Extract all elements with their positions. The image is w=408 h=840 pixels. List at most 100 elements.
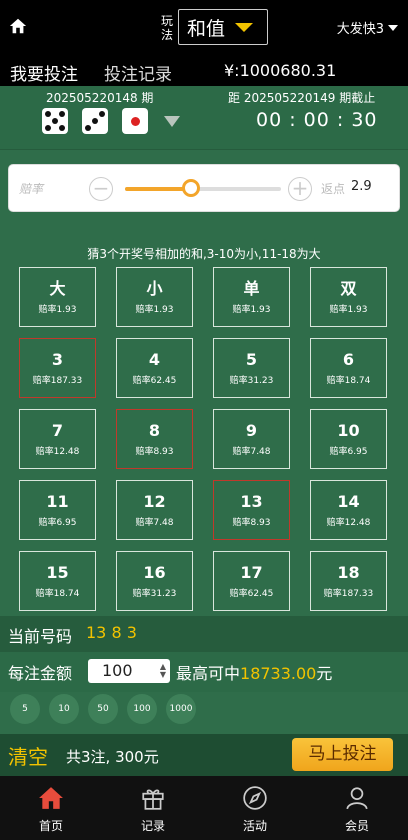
bet-option[interactable]: 9 赔率7.48 xyxy=(213,409,290,469)
caret-down-icon xyxy=(235,23,253,32)
lottery-selector[interactable]: 大发快3 xyxy=(337,18,398,37)
bottom-nav: 首页 记录 活动 会员 xyxy=(0,776,408,840)
amount-input[interactable]: 100 ▲ ▼ xyxy=(88,659,170,683)
bet-option[interactable]: 17 赔率62.45 xyxy=(213,551,290,611)
bet-option-name: 9 xyxy=(245,421,258,440)
max-win: 最高可中18733.00元 xyxy=(176,660,332,684)
bet-option[interactable]: 15 赔率18.74 xyxy=(19,551,96,611)
next-period: 距 202505220149 期截止 xyxy=(228,91,376,105)
bet-option[interactable]: 16 赔率31.23 xyxy=(116,551,193,611)
decrease-odds-button[interactable]: − xyxy=(89,177,113,201)
bet-option-odds: 赔率12.48 xyxy=(35,447,80,457)
dice-three-icon xyxy=(82,108,108,134)
bet-option-name: 12 xyxy=(143,492,166,511)
bet-option-name: 16 xyxy=(143,563,166,582)
stepper-icon[interactable]: ▲ ▼ xyxy=(160,663,166,679)
tab-bet-records[interactable]: 投注记录 xyxy=(104,60,172,85)
bet-option[interactable]: 6 赔率18.74 xyxy=(310,338,387,398)
max-win-value: 18733.00 xyxy=(240,664,317,683)
bet-option[interactable]: 13 赔率8.93 xyxy=(213,480,290,540)
home-icon[interactable] xyxy=(9,17,27,35)
nav-records[interactable]: 记录 xyxy=(102,776,204,840)
bet-option-odds: 赔率18.74 xyxy=(35,589,80,599)
bet-option[interactable]: 5 赔率31.23 xyxy=(213,338,290,398)
bet-option[interactable]: 14 赔率12.48 xyxy=(310,480,387,540)
bet-option-odds: 赔率6.95 xyxy=(38,518,77,528)
bet-option[interactable]: 小赔率1.93 xyxy=(116,267,193,327)
bet-option[interactable]: 4 赔率62.45 xyxy=(116,338,193,398)
nav-home[interactable]: 首页 xyxy=(0,776,102,840)
rule-text: 猜3个开奖号相加的和,3-10为小,11-18为大 xyxy=(87,247,321,261)
bet-option[interactable]: 7 赔率12.48 xyxy=(19,409,96,469)
bet-option-name: 4 xyxy=(148,350,161,369)
bet-option[interactable]: 8 赔率8.93 xyxy=(116,409,193,469)
amount-chip[interactable]: 100 xyxy=(127,694,157,724)
submit-bet-button[interactable]: 马上投注 xyxy=(292,738,393,771)
nav-activity[interactable]: 活动 xyxy=(204,776,306,840)
odds-slider-thumb[interactable] xyxy=(181,179,200,197)
expand-history-icon[interactable] xyxy=(164,115,180,127)
odds-slider-fill xyxy=(125,187,191,191)
nav-label: 活动 xyxy=(242,819,267,833)
odds-label: 赔率 xyxy=(19,182,44,196)
play-select-value: 和值 xyxy=(187,17,226,40)
increase-odds-button[interactable]: + xyxy=(288,177,312,201)
bet-option-odds: 赔率31.23 xyxy=(132,589,177,599)
current-numbers-label: 当前号码 xyxy=(8,627,73,646)
bet-option[interactable]: 3 赔率187.33 xyxy=(19,338,96,398)
bet-option[interactable]: 双赔率1.93 xyxy=(310,267,387,327)
nav-member[interactable]: 会员 xyxy=(306,776,408,840)
bet-option-name: 13 xyxy=(240,492,263,511)
amount-chip[interactable]: 5 xyxy=(10,694,40,724)
current-period: 202505220148 期 xyxy=(46,91,154,105)
dice-five-icon xyxy=(42,108,68,134)
tab-place-bet[interactable]: 我要投注 xyxy=(10,60,78,89)
balance: ¥:1000680.31 xyxy=(224,61,337,80)
bet-option-odds: 赔率62.45 xyxy=(229,589,274,599)
bet-option-name: 14 xyxy=(337,492,360,511)
nav-label: 记录 xyxy=(140,819,165,833)
bet-option-name: 18 xyxy=(337,563,360,582)
amount-chip[interactable]: 10 xyxy=(49,694,79,724)
bet-option-odds: 赔率8.93 xyxy=(135,447,174,457)
dice-one-icon xyxy=(122,108,148,134)
tab-bar: 我要投注 投注记录 ¥:1000680.31 xyxy=(0,54,408,89)
bet-option-odds: 赔率62.45 xyxy=(132,376,177,386)
bet-option-name: 单 xyxy=(243,279,260,298)
gift-icon xyxy=(142,789,164,810)
clear-button[interactable]: 清空 xyxy=(8,741,48,770)
bet-option-odds: 赔率31.23 xyxy=(229,376,274,386)
top-bar: 玩法 和值 大发快3 xyxy=(0,0,408,54)
bet-option-odds: 赔率1.93 xyxy=(135,305,174,315)
bet-summary: 共3注, 300元 xyxy=(66,748,159,766)
bet-option-odds: 赔率187.33 xyxy=(32,376,83,386)
nav-label: 会员 xyxy=(344,819,369,833)
max-win-label: 最高可中 xyxy=(176,664,241,683)
bet-option[interactable]: 大赔率1.93 xyxy=(19,267,96,327)
bet-grid: 大赔率1.93 小赔率1.93 单赔率1.93 双赔率1.93 3 赔率187.33 4 赔率… xyxy=(19,267,390,611)
compass-icon xyxy=(243,786,267,810)
bet-option[interactable]: 10 赔率6.95 xyxy=(310,409,387,469)
bet-option-name: 6 xyxy=(342,350,355,369)
bet-option-name: 8 xyxy=(148,421,161,440)
home-icon xyxy=(39,787,63,809)
bet-option[interactable]: 18 赔率187.33 xyxy=(310,551,387,611)
bet-option[interactable]: 12 赔率7.48 xyxy=(116,480,193,540)
bet-option-odds: 赔率187.33 xyxy=(323,589,374,599)
nav-label: 首页 xyxy=(38,819,63,833)
bet-option-odds: 赔率1.93 xyxy=(232,305,271,315)
amount-chip[interactable]: 50 xyxy=(88,694,118,724)
play-select[interactable]: 和值 xyxy=(178,9,268,45)
bet-bar: 清空 共3注, 300元 马上投注 xyxy=(0,734,408,776)
user-icon xyxy=(346,787,368,810)
bet-option-odds: 赔率12.48 xyxy=(326,518,371,528)
bet-option[interactable]: 单赔率1.93 xyxy=(213,267,290,327)
bet-option[interactable]: 11 赔率6.95 xyxy=(19,480,96,540)
play-label: 玩法 xyxy=(160,14,173,42)
amount-chip[interactable]: 1000 xyxy=(166,694,196,724)
bet-option-name: 3 xyxy=(51,350,64,369)
current-numbers-value: 13 8 3 xyxy=(86,623,137,642)
last-result-dice xyxy=(42,108,180,134)
bet-option-odds: 赔率1.93 xyxy=(329,305,368,315)
period-panel: 202505220148 期 距 202505220149 期截止 00 : 0… xyxy=(0,86,408,150)
